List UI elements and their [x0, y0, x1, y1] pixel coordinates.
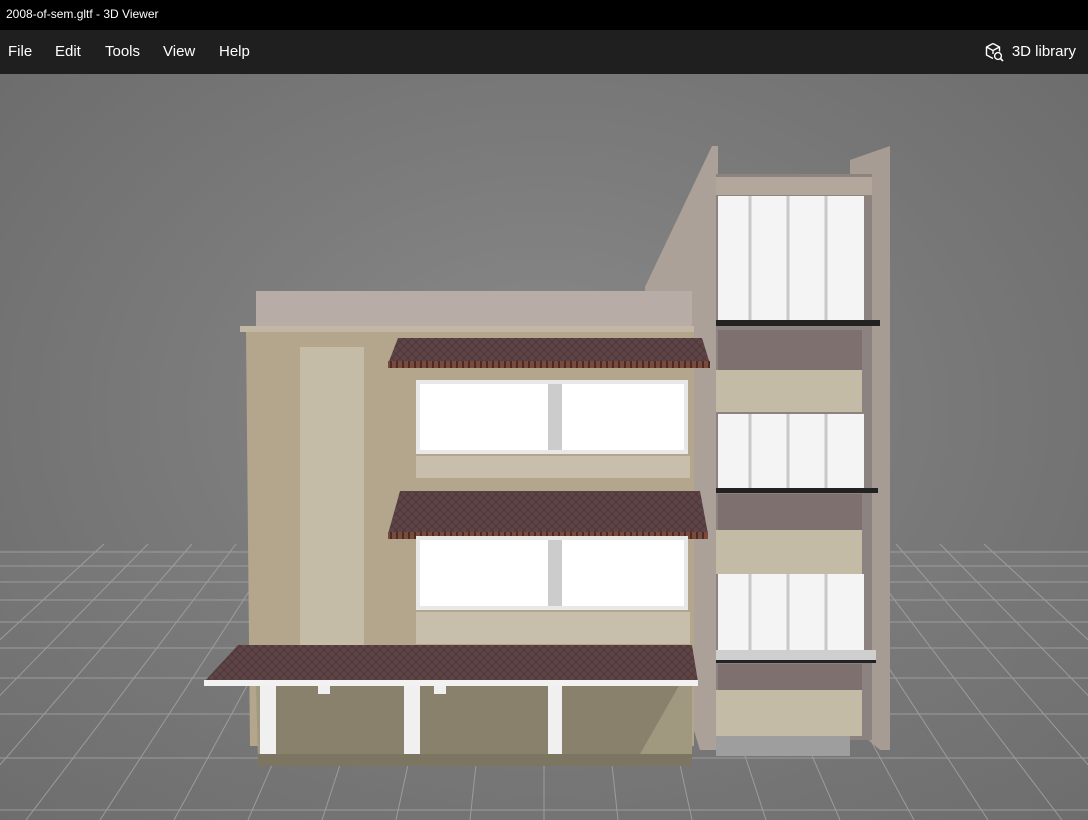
3d-library-label: 3D library	[1011, 43, 1076, 60]
menu-tools[interactable]: Tools	[105, 30, 140, 74]
3d-library-button[interactable]: 3D library	[984, 30, 1076, 74]
menu-edit[interactable]: Edit	[55, 30, 81, 74]
window-title: 2008-of-sem.gltf - 3D Viewer	[6, 7, 159, 21]
building-model	[204, 146, 890, 766]
cube-search-icon	[984, 42, 1004, 62]
menu-view[interactable]: View	[163, 30, 195, 74]
menu-bar: File Edit Tools View Help 3D library	[0, 30, 1088, 74]
title-bar: 2008-of-sem.gltf - 3D Viewer	[0, 0, 1088, 30]
menu-file[interactable]: File	[8, 30, 32, 74]
menu-help[interactable]: Help	[219, 30, 250, 74]
3d-viewport[interactable]	[0, 74, 1088, 820]
